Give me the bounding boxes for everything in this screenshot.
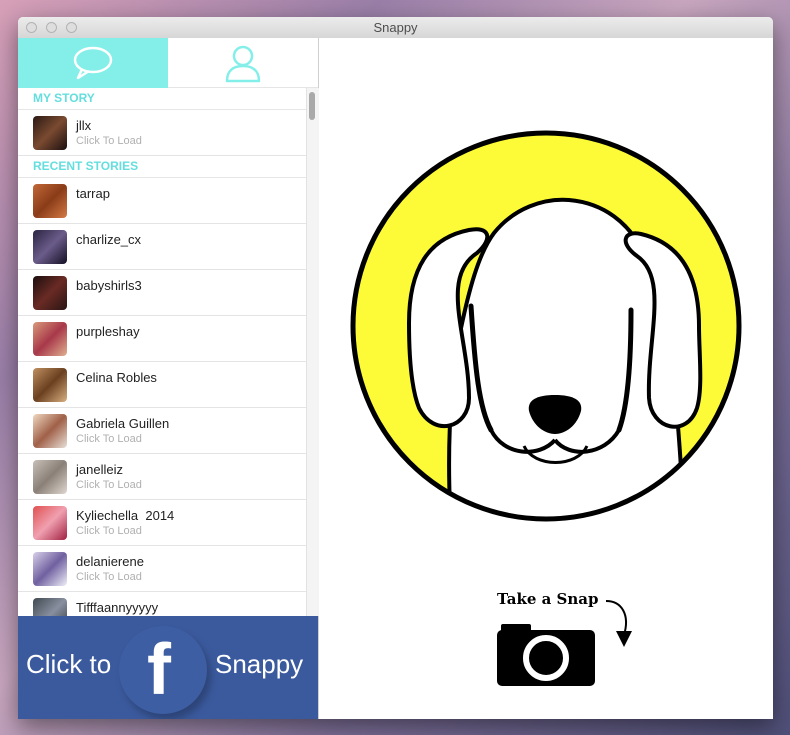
username: Gabriela Guillen — [76, 416, 170, 431]
title-bar: Snappy — [18, 17, 773, 39]
avatar — [33, 552, 67, 586]
avatar — [33, 184, 67, 218]
avatar — [33, 230, 67, 264]
username: Celina Robles — [76, 370, 157, 385]
list-item[interactable]: purpleshay — [18, 316, 306, 362]
load-status: Click To Load — [76, 525, 142, 537]
window-title: Snappy — [373, 20, 418, 35]
facebook-bar-left-text: Click to — [26, 649, 112, 679]
username: Kyliechella 2014 — [76, 508, 175, 523]
avatar — [33, 506, 67, 540]
facebook-icon: f — [119, 626, 207, 714]
person-icon — [225, 45, 261, 82]
chat-bubble-icon — [73, 46, 113, 80]
username: Tifffaannyyyyy — [76, 600, 159, 615]
scrollbar-thumb[interactable] — [309, 92, 315, 120]
dog-logo-icon — [350, 130, 742, 522]
main-panel: Take a Snap — [319, 38, 773, 719]
load-status: Click To Load — [76, 571, 142, 583]
avatar — [33, 322, 67, 356]
tab-messages[interactable] — [18, 38, 168, 88]
close-window-button[interactable] — [26, 22, 37, 33]
load-status: Click To Load — [76, 479, 142, 491]
list-item[interactable]: charlize_cx — [18, 224, 306, 270]
minimize-window-button[interactable] — [46, 22, 57, 33]
facebook-login-button[interactable]: Click to f Snappy — [18, 616, 318, 719]
load-status: Click To Load — [76, 135, 142, 147]
camera-icon — [497, 624, 595, 686]
section-header-my-story: MY STORY — [18, 88, 306, 110]
username: purpleshay — [76, 324, 140, 339]
sidebar: MY STORY jllx Click To Load RECENT STORI… — [18, 38, 319, 719]
section-header-recent-stories: RECENT STORIES — [18, 156, 306, 178]
list-item[interactable]: Gabriela Guillen Click To Load — [18, 408, 306, 454]
list-item[interactable]: delanierene Click To Load — [18, 546, 306, 592]
app-window: Snappy MY STORY jllx Click To Load RECEN… — [18, 17, 773, 719]
username: jllx — [76, 118, 92, 133]
story-list[interactable]: MY STORY jllx Click To Load RECENT STORI… — [18, 88, 306, 616]
list-item[interactable]: tarrap — [18, 178, 306, 224]
avatar — [33, 414, 67, 448]
list-item[interactable]: Celina Robles — [18, 362, 306, 408]
take-snap-button[interactable] — [497, 620, 595, 686]
facebook-logo-letter: f — [147, 630, 171, 710]
avatar — [33, 276, 67, 310]
scrollbar-track[interactable] — [306, 88, 319, 616]
list-item[interactable]: janelleiz Click To Load — [18, 454, 306, 500]
username: charlize_cx — [76, 232, 142, 247]
curved-arrow-icon — [605, 600, 632, 647]
avatar — [33, 368, 67, 402]
username: delanierene — [76, 554, 144, 569]
list-item[interactable]: jllx Click To Load — [18, 110, 306, 156]
take-snap-label: Take a Snap — [497, 590, 599, 608]
list-item[interactable]: Kyliechella 2014 Click To Load — [18, 500, 306, 546]
avatar — [33, 116, 67, 150]
username: babyshirls3 — [76, 278, 142, 293]
load-status: Click To Load — [76, 433, 142, 445]
list-item[interactable]: babyshirls3 — [18, 270, 306, 316]
avatar — [33, 598, 67, 616]
tab-profile[interactable] — [168, 38, 318, 88]
zoom-window-button[interactable] — [66, 22, 77, 33]
avatar — [33, 460, 67, 494]
username: tarrap — [76, 186, 110, 201]
list-item[interactable]: Tifffaannyyyyy — [18, 592, 306, 616]
facebook-bar-right-text: Snappy — [215, 649, 304, 679]
username: janelleiz — [76, 462, 123, 477]
